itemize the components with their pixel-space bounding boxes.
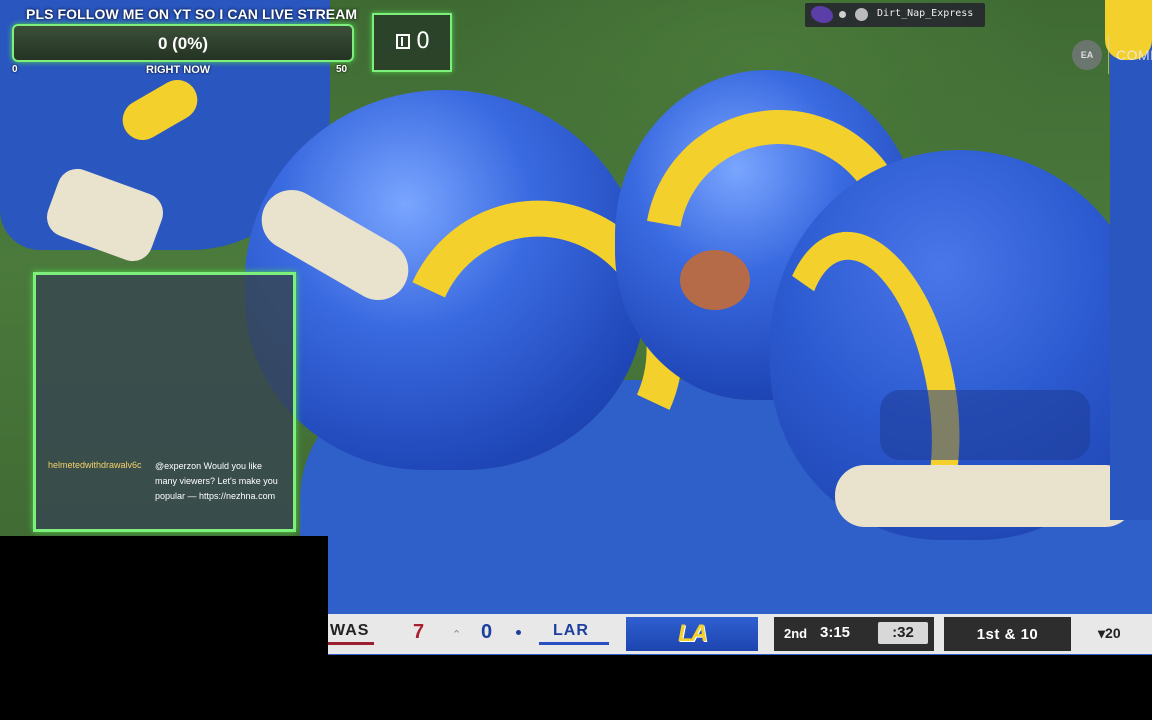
stream-goal-title: PLS FOLLOW ME ON YT SO I CAN LIVE STREAM [26,6,358,22]
player-username: Dirt_Nap_Express [877,8,974,19]
down-distance-box: 1st & 10 [944,617,1071,651]
possession-icon: ⌃ [452,629,462,641]
down-distance: 1st & 10 [976,626,1039,643]
away-team-score: 7 [413,621,425,643]
player-badge: Dirt_Nap_Express [805,3,985,27]
timeout-dot-icon [516,630,521,635]
game-clock: 3:15 [820,624,851,641]
chat-message: @experzon Would you like many viewers? L… [155,461,278,501]
home-team-name: LAR [553,622,589,639]
home-team-score: 0 [481,621,493,643]
status-dot-icon [839,11,846,18]
play-clock: :32 [878,622,928,644]
viewer-count: 0 [416,29,430,54]
game-mode-label: COMP [1116,47,1152,63]
viewer-count-box: 0 [372,13,452,72]
away-team-underline [328,642,374,645]
home-team-underline [539,642,609,645]
home-logo-text: LA [678,620,708,647]
chat-username: helmetedwithdrawalv6c [48,460,142,470]
player-face [680,250,750,310]
home-team-logo: LA [626,617,758,651]
divider [1108,36,1109,74]
yard-line: ▾20 [1098,625,1121,641]
playstation-icon [855,8,868,21]
stream-goal-bar: 0 (0%) [12,24,354,62]
ea-sports-logo: EA [1072,40,1102,70]
player-jersey [1110,0,1152,520]
stream-goal-period: RIGHT NOW [146,64,211,76]
empty-panel [0,536,328,720]
quarter: 2nd [784,626,808,641]
helmet-stripe [835,465,1135,527]
stream-goal-value: 0 (0%) [157,34,209,53]
viewer-icon [396,34,410,49]
team-logo-icon [811,6,833,23]
stream-goal-min: 0 [12,64,18,75]
helmet-decal [880,390,1090,460]
away-team-name: WAS [330,622,370,639]
stream-goal-max: 50 [336,64,348,75]
